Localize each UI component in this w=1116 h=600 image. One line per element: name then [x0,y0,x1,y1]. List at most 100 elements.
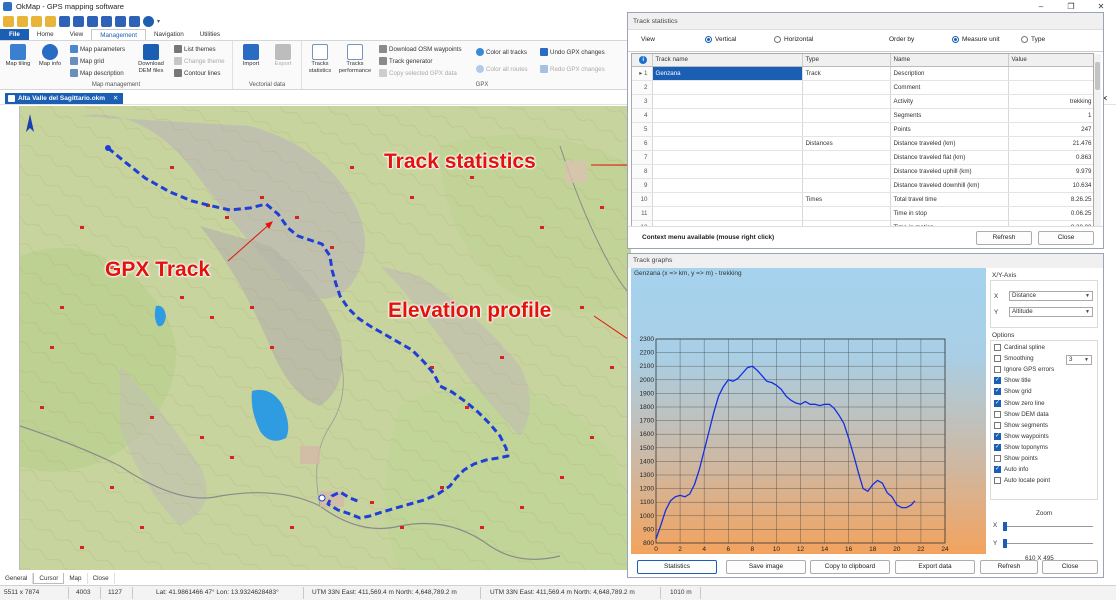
table-row[interactable]: 3 Activity trekking [632,94,1093,109]
tab-close[interactable]: Close [88,573,115,584]
order-type-label: Type [1031,36,1046,43]
save-image-button[interactable]: Save image [726,560,806,574]
options-label: Options [992,332,1015,339]
table-row[interactable]: 5 Points 247 [632,122,1093,137]
x-axis-select[interactable]: Distance ▼ [1009,291,1093,301]
statistics-button[interactable]: Statistics [637,560,717,574]
slider-knob[interactable] [1003,539,1007,548]
tab-map[interactable]: Map [64,573,88,584]
table-row[interactable]: 2 Comment [632,80,1093,95]
tab-general[interactable]: General [0,573,34,584]
cell-name: Distance traveled (km) [890,136,1009,151]
chevron-down-icon: ▼ [1085,293,1090,299]
col-track-name[interactable]: Track name [652,54,803,67]
table-row[interactable]: 9 Distance traveled downhill (km) 10.634 [632,178,1093,193]
tab-cursor[interactable]: Cursor [33,573,65,584]
smoothing-select[interactable]: 3 ▼ [1066,355,1092,365]
option-smoothing[interactable]: Smoothing [994,355,1034,363]
y-tick-label: 1600 [640,431,655,438]
checkbox-empty-icon[interactable] [994,344,1001,351]
checkbox-checked-icon[interactable] [994,399,1001,407]
option-auto-info[interactable]: Auto info [994,465,1028,474]
statistics-close-button[interactable]: Close [1038,231,1094,245]
info-icon: i [639,55,648,64]
cell-type: Distances [802,136,891,151]
checkbox-empty-icon[interactable] [994,477,1001,485]
status-utm-1: UTM 33N East: 411,569.4 m North: 4,648,7… [312,589,457,596]
y-tick-label: 1000 [640,513,655,520]
option-label: Show grid [1004,388,1032,396]
table-row[interactable]: 6 Distances Distance traveled (km) 21.476 [632,136,1093,151]
copy-clipboard-button[interactable]: Copy to clipboard [810,560,890,574]
checkbox-empty-icon[interactable] [994,366,1001,374]
chevron-down-icon: ▼ [1085,309,1090,315]
checkbox-checked-icon[interactable] [994,376,1001,385]
table-row[interactable]: 4 Segments 1 [632,108,1093,123]
checkbox-checked-icon[interactable] [994,465,1001,474]
status-divider [100,587,101,599]
y-tick-label: 2300 [640,336,655,343]
checkbox-empty-icon[interactable] [994,421,1001,429]
table-row[interactable]: 7 Distance traveled flat (km) 0.863 [632,150,1093,165]
checkbox-checked-icon[interactable] [994,443,1001,451]
status-divider [700,587,701,599]
option-show-zero-line[interactable]: Show zero line [994,399,1045,407]
option-label: Show title [1004,377,1031,385]
zoom-x-slider[interactable] [1003,522,1093,531]
x-tick-label: 24 [941,546,949,553]
zoom-y-slider[interactable] [1003,539,1093,548]
elevation-plot[interactable]: Genzana (x => km, y => m) - trekking 024… [631,268,986,554]
order-measure-radio[interactable]: Measure unit [952,36,1000,43]
statistics-grid[interactable]: i Track name Type Name Value ▸ 1 Genzana T… [631,53,1094,240]
option-label: Show toponyms [1004,443,1049,451]
table-row[interactable]: 10 Times Total travel time 8.26.25 [632,192,1093,207]
table-row[interactable]: ▸ 1 Genzana Track Description [632,66,1093,81]
track-statistics-title: Track statistics [628,13,1103,30]
graphs-close-button[interactable]: Close [1042,560,1098,574]
y-axis-select[interactable]: Altitude ▼ [1009,307,1093,317]
statistics-scrollbar[interactable] [1094,54,1101,239]
view-horizontal-radio[interactable]: Horizontal [774,36,813,43]
option-show-points[interactable]: Show points [994,455,1038,462]
option-ignore-gps-errors[interactable]: Ignore GPS errors [994,366,1054,374]
option-show-grid[interactable]: Show grid [994,387,1032,396]
col-name[interactable]: Name [890,54,1009,67]
context-menu-hint: Context menu available (mouse right clic… [642,234,775,241]
checkbox-empty-icon[interactable] [994,355,1001,363]
option-show-segments[interactable]: Show segments [994,421,1048,429]
x-tick-label: 22 [917,546,925,553]
option-label: Auto locate point [1004,477,1051,485]
scrollbar-thumb[interactable] [1095,62,1100,90]
status-divider [480,587,481,599]
export-data-button[interactable]: Export data [895,560,975,574]
statistics-refresh-button[interactable]: Refresh [976,231,1032,245]
cell-type [802,164,891,179]
checkbox-checked-icon[interactable] [994,387,1001,396]
y-tick-label: 1700 [640,418,655,425]
checkbox-empty-icon[interactable] [994,410,1001,418]
option-cardinal-spline[interactable]: Cardinal spline [994,344,1045,351]
order-type-radio[interactable]: Type [1021,36,1045,43]
checkbox-checked-icon[interactable] [994,432,1001,440]
cell-track-name [652,94,803,109]
slider-track [1003,526,1093,527]
y-axis-label: Y [994,309,999,316]
statistics-footer: Context menu available (mouse right clic… [628,226,1103,248]
cell-track-name [652,122,803,137]
option-auto-locate-point[interactable]: Auto locate point [994,477,1051,485]
table-row[interactable]: 8 Distance traveled uphill (km) 9.979 [632,164,1093,179]
option-show-dem-data[interactable]: Show DEM data [994,410,1049,418]
checkbox-empty-icon[interactable] [994,455,1001,462]
option-show-title[interactable]: Show title [994,376,1031,385]
graphs-refresh-button[interactable]: Refresh [980,560,1038,574]
cell-track-name [652,150,803,165]
row-index: 10 [632,192,653,207]
slider-knob[interactable] [1003,522,1007,531]
col-value[interactable]: Value [1008,54,1093,67]
table-row[interactable]: 11 Time in stop 0.06.25 [632,206,1093,221]
view-vertical-radio[interactable]: Vertical [705,36,736,43]
y-tick-label: 1100 [640,499,654,506]
col-type[interactable]: Type [802,54,891,67]
option-show-waypoints[interactable]: Show waypoints [994,432,1049,440]
option-show-toponyms[interactable]: Show toponyms [994,443,1049,451]
